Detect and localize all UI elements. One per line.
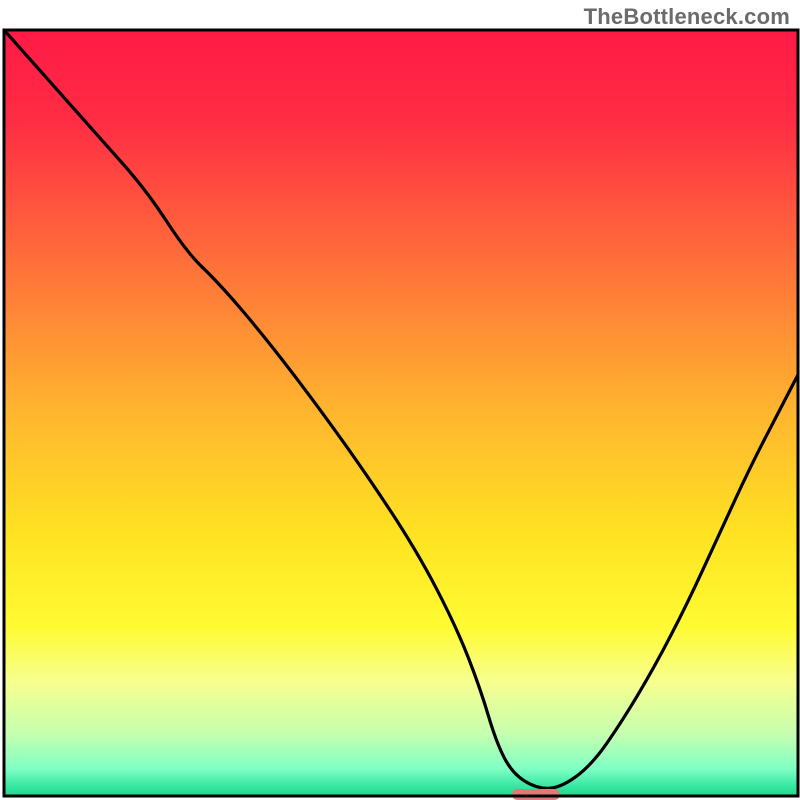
chart-container: TheBottleneck.com: [0, 0, 800, 800]
gradient-background: [4, 30, 798, 796]
bottleneck-chart: [0, 0, 800, 800]
